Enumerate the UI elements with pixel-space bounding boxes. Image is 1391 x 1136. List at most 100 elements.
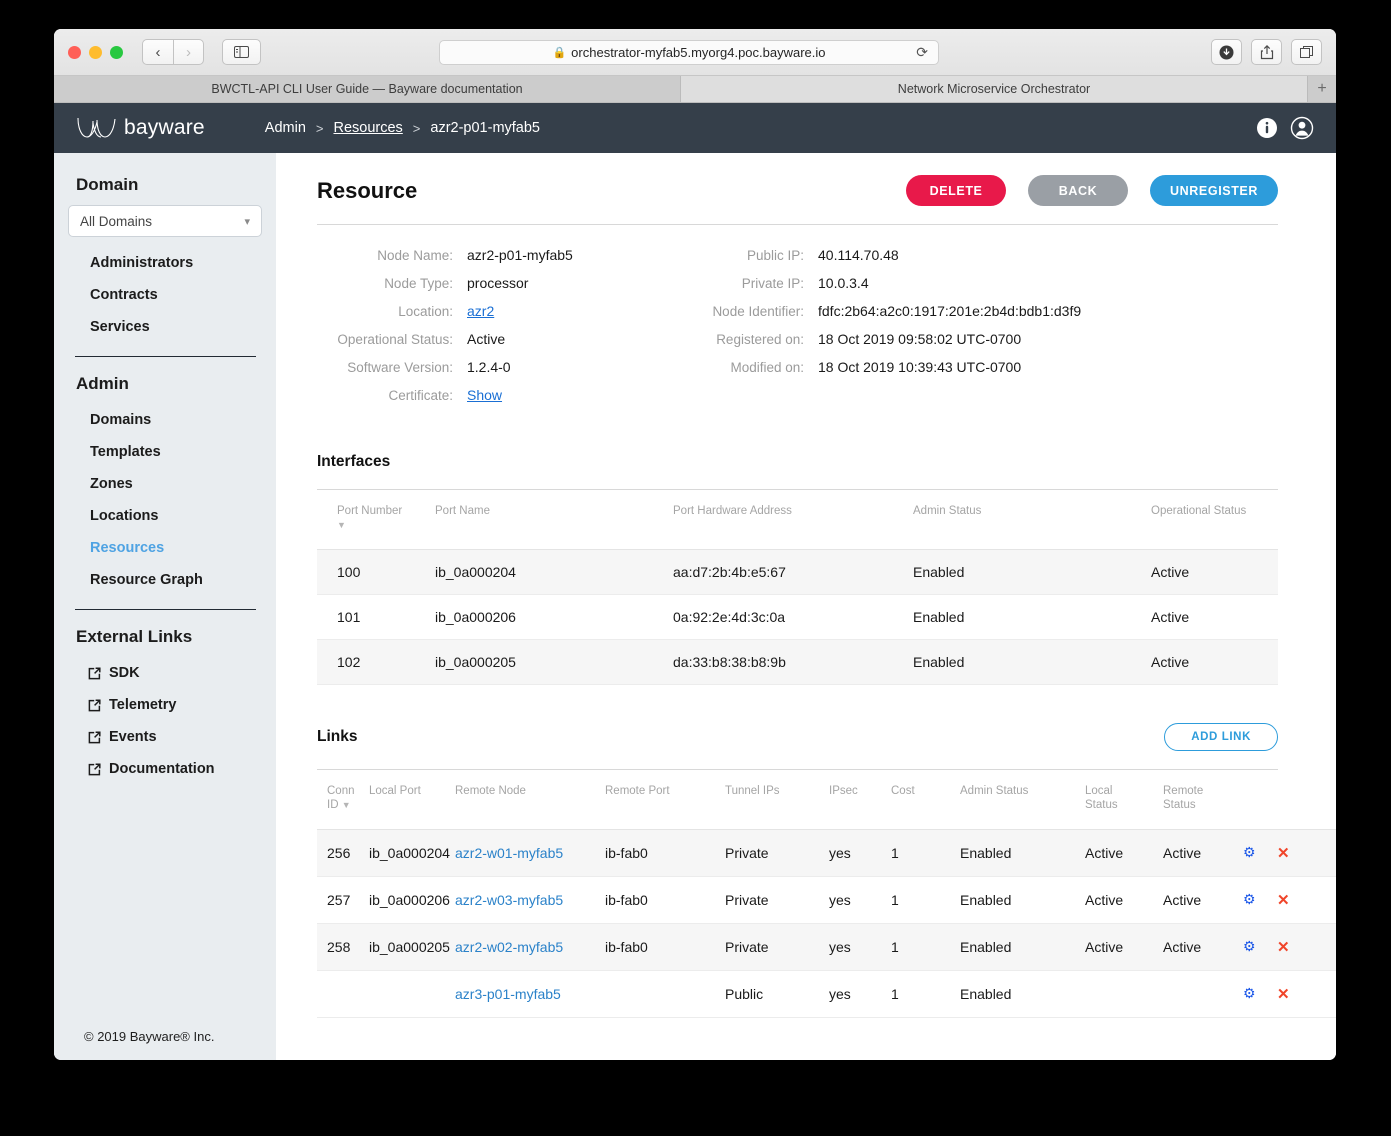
detail-node-type: Node Type: processor <box>317 275 692 303</box>
column-header-operational-status[interactable]: Operational Status <box>1151 490 1278 549</box>
window-controls <box>68 45 123 59</box>
cell-conn-id: 258 <box>327 938 351 955</box>
new-tab-button[interactable]: + <box>1308 76 1336 102</box>
tab-overview-button[interactable] <box>1291 39 1322 65</box>
cell-local-status: Active <box>1085 844 1124 861</box>
sidebar-item-sdk[interactable]: SDK <box>54 657 276 689</box>
download-button[interactable] <box>1211 39 1242 65</box>
user-account-icon[interactable] <box>1290 116 1314 140</box>
sidebar-item-telemetry[interactable]: Telemetry <box>54 689 276 721</box>
breadcrumb-link-resources[interactable]: Resources <box>333 120 402 136</box>
delete-button[interactable]: DELETE <box>906 175 1007 206</box>
tab-orchestrator[interactable]: Network Microservice Orchestrator <box>681 76 1308 102</box>
interfaces-table: Port Number ▼ Port Name Port Hardware Ad… <box>317 490 1278 685</box>
remote-node-link[interactable]: azr2-w02-myfab5 <box>455 939 563 955</box>
remote-node-link[interactable]: azr2-w01-myfab5 <box>455 845 563 861</box>
delete-x-icon[interactable]: ✕ <box>1277 923 1336 970</box>
column-header-admin-status[interactable]: Admin Status <box>913 490 1151 549</box>
cell-admin-status: Enabled <box>913 608 965 625</box>
detail-value: azr2-p01-myfab5 <box>467 247 573 263</box>
remote-node-link[interactable]: azr3-p01-myfab5 <box>455 986 561 1002</box>
cell-operational-status: Active <box>1151 563 1190 580</box>
share-button[interactable] <box>1251 39 1282 65</box>
sidebar-toggle-button[interactable] <box>222 39 261 65</box>
column-header-port-number[interactable]: Port Number ▼ <box>317 490 435 549</box>
cell-local-status: Active <box>1085 938 1124 955</box>
column-header-cost[interactable]: Cost <box>891 770 960 829</box>
location-link[interactable]: azr2 <box>467 303 494 319</box>
column-header-ipsec[interactable]: IPsec <box>829 770 891 829</box>
settings-gear-icon[interactable]: ⚙ <box>1243 923 1277 970</box>
table-row[interactable]: 100 ib_0a000204 aa:d7:2b:4b:e5:67 Enable… <box>317 549 1278 595</box>
column-header-tunnel-ips[interactable]: Tunnel IPs <box>725 770 829 829</box>
column-header-remote-node[interactable]: Remote Node <box>455 770 605 829</box>
delete-x-icon[interactable]: ✕ <box>1277 876 1336 923</box>
column-header-hw-address[interactable]: Port Hardware Address <box>673 490 913 549</box>
unregister-button[interactable]: UNREGISTER <box>1150 175 1278 206</box>
add-link-button[interactable]: ADD LINK <box>1164 722 1278 751</box>
column-header-local-port[interactable]: Local Port <box>369 770 455 829</box>
external-link-icon <box>88 666 101 679</box>
sidebar-item-resource-graph[interactable]: Resource Graph <box>54 564 276 596</box>
sidebar-item-documentation[interactable]: Documentation <box>54 753 276 785</box>
sidebar-item-domains[interactable]: Domains <box>54 404 276 436</box>
cell-admin-status: Enabled <box>960 938 1012 955</box>
cell-port-number: 102 <box>337 653 361 670</box>
table-row[interactable]: 101 ib_0a000206 0a:92:2e:4d:3c:0a Enable… <box>317 594 1278 640</box>
table-row[interactable]: 258 ib_0a000205 azr2-w02-myfab5 ib-fab0 … <box>317 923 1336 970</box>
column-header-conn-id[interactable]: Conn ID ▼ <box>317 770 369 829</box>
table-row[interactable]: 256 ib_0a000204 azr2-w01-myfab5 ib-fab0 … <box>317 829 1336 876</box>
column-header-remote-status[interactable]: Remote Status <box>1163 770 1243 829</box>
cell-local-port: ib_0a000205 <box>369 938 450 955</box>
sidebar-item-locations[interactable]: Locations <box>54 500 276 532</box>
detail-software-version: Software Version: 1.2.4-0 <box>317 359 692 387</box>
settings-gear-icon[interactable]: ⚙ <box>1243 829 1277 876</box>
settings-gear-icon[interactable]: ⚙ <box>1243 970 1277 1017</box>
table-row[interactable]: 257 ib_0a000206 azr2-w03-myfab5 ib-fab0 … <box>317 876 1336 923</box>
certificate-show-link[interactable]: Show <box>467 387 502 403</box>
delete-x-icon[interactable]: ✕ <box>1277 829 1336 876</box>
sidebar-item-events[interactable]: Events <box>54 721 276 753</box>
sidebar-item-services[interactable]: Services <box>54 311 276 343</box>
bayware-logo[interactable]: bayware <box>76 115 205 141</box>
sidebar-item-resources[interactable]: Resources <box>54 532 276 564</box>
links-table: Conn ID ▼ Local Port Remote Node Remote … <box>317 770 1336 1018</box>
breadcrumb-root[interactable]: Admin <box>265 120 306 136</box>
chevron-down-icon: ▾ <box>244 215 250 228</box>
forward-button[interactable]: › <box>173 39 204 65</box>
maximize-window-button[interactable] <box>110 45 123 59</box>
domain-select[interactable]: All Domains ▾ <box>68 205 262 237</box>
column-header-port-name[interactable]: Port Name <box>435 490 673 549</box>
details-right-column: Public IP: 40.114.70.48 Private IP: 10.0… <box>692 247 1081 415</box>
column-header-delete <box>1277 770 1336 829</box>
browser-toolbar: ‹ › 🔒 orchestrator-myfab5.myorg4.poc.bay… <box>54 29 1336 76</box>
delete-x-icon[interactable]: ✕ <box>1277 970 1336 1017</box>
address-bar[interactable]: 🔒 orchestrator-myfab5.myorg4.poc.bayware… <box>439 39 939 65</box>
column-header-local-status[interactable]: Local Status <box>1085 770 1163 829</box>
minimize-window-button[interactable] <box>89 45 102 59</box>
cell-remote-port: ib-fab0 <box>605 844 648 861</box>
detail-location: Location: azr2 <box>317 303 692 331</box>
sidebar-item-templates[interactable]: Templates <box>54 436 276 468</box>
detail-label: Public IP: <box>746 248 804 263</box>
bayware-logo-icon <box>77 117 116 138</box>
detail-label: Software Version: <box>347 360 453 375</box>
back-button[interactable]: BACK <box>1028 175 1129 206</box>
close-window-button[interactable] <box>68 45 81 59</box>
column-header-settings <box>1243 770 1277 829</box>
info-icon[interactable] <box>1256 117 1278 139</box>
remote-node-link[interactable]: azr2-w03-myfab5 <box>455 892 563 908</box>
cell-tunnel-ips: Private <box>725 891 769 908</box>
reload-icon[interactable]: ⟳ <box>916 44 928 61</box>
back-button[interactable]: ‹ <box>142 39 173 65</box>
column-header-remote-port[interactable]: Remote Port <box>605 770 725 829</box>
column-header-admin-status[interactable]: Admin Status <box>960 770 1085 829</box>
sidebar-item-contracts[interactable]: Contracts <box>54 279 276 311</box>
sidebar-item-zones[interactable]: Zones <box>54 468 276 500</box>
table-row[interactable]: 102 ib_0a000205 da:33:b8:38:b8:9b Enable… <box>317 639 1278 685</box>
header-icons <box>1256 116 1314 140</box>
settings-gear-icon[interactable]: ⚙ <box>1243 876 1277 923</box>
table-row[interactable]: azr3-p01-myfab5 Public yes 1 Enabled ⚙ ✕ <box>317 970 1336 1017</box>
sidebar-item-administrators[interactable]: Administrators <box>54 247 276 279</box>
tab-docs[interactable]: BWCTL-API CLI User Guide — Bayware docum… <box>54 76 681 102</box>
